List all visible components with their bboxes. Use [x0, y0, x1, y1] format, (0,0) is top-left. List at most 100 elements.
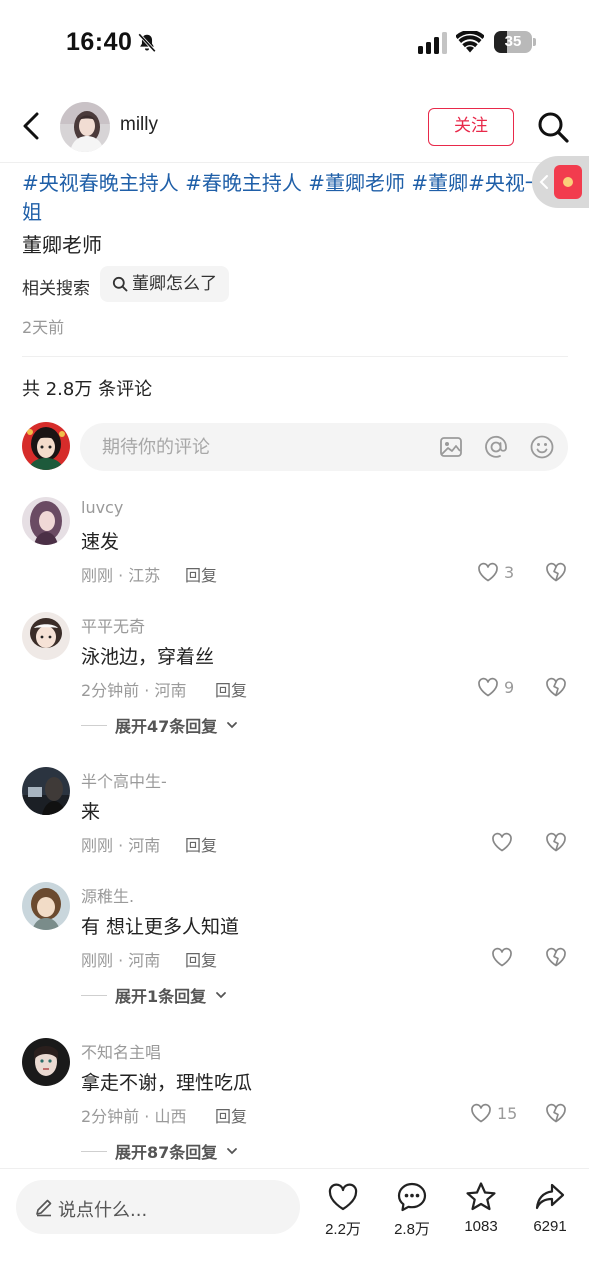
comment-meta: 2分钟前 · 河南	[81, 681, 187, 700]
broken-heart-icon[interactable]	[543, 944, 569, 970]
comment-total: 2.8万	[394, 1221, 430, 1238]
star-icon	[466, 1182, 496, 1211]
search-icon[interactable]	[536, 110, 570, 144]
expand-replies[interactable]: 展开1条回复	[81, 983, 228, 1007]
like-total: 2.2万	[325, 1221, 361, 1238]
comment-meta: 刚刚 · 江苏	[81, 566, 161, 585]
heart-icon	[492, 832, 512, 852]
heart-icon	[492, 947, 512, 967]
tag-link[interactable]: #春晚主持人	[185, 171, 302, 195]
related-search-label: 相关搜索	[22, 279, 90, 299]
tag-link[interactable]: #央视春晚主持人	[22, 171, 179, 195]
like-button[interactable]	[490, 829, 518, 855]
back-icon[interactable]	[16, 108, 48, 144]
broken-heart-icon[interactable]	[543, 1100, 569, 1126]
commenter-name[interactable]: 平平无奇	[81, 613, 145, 637]
commenter-avatar[interactable]	[22, 767, 70, 815]
chevron-left-icon	[539, 175, 548, 189]
search-icon	[112, 276, 128, 292]
wifi-icon	[456, 31, 484, 53]
battery-body: 35	[494, 31, 532, 53]
like-button[interactable]	[490, 944, 518, 970]
status-bar: 16:40 35	[0, 0, 589, 88]
comment-location: 河南	[154, 681, 187, 700]
commenter-avatar[interactable]	[22, 612, 70, 660]
comment-location: 河南	[128, 836, 161, 855]
comment-time: 刚刚	[81, 951, 114, 970]
follow-button[interactable]: 关注	[428, 108, 514, 146]
commenter-name[interactable]: 源稚生.	[81, 883, 134, 907]
commenter-name[interactable]: 半个高中生-	[81, 768, 167, 792]
favorite-total: 1083	[464, 1218, 498, 1235]
expand-replies[interactable]: 展开87条回复	[81, 1139, 239, 1163]
broken-heart-icon[interactable]	[543, 559, 569, 585]
expand-line	[81, 1150, 107, 1152]
share-icon	[535, 1183, 565, 1210]
share-total: 6291	[533, 1218, 567, 1235]
comment-time: 2分钟前	[81, 681, 140, 700]
comment-icon	[397, 1182, 427, 1212]
comment-text: 来	[81, 801, 101, 823]
favorite-action[interactable]: 1083	[451, 1180, 511, 1240]
like-button[interactable]: 3	[476, 559, 514, 585]
post-time: 2天前	[22, 318, 65, 337]
reply-button[interactable]: 回复	[215, 677, 247, 701]
comment-text: 有 想让更多人知道	[81, 916, 240, 938]
related-search-query: 董卿怎么了	[132, 274, 217, 294]
reply-button[interactable]: 回复	[185, 832, 217, 856]
comment-text: 拿走不谢，理性吃瓜	[81, 1072, 253, 1094]
expand-line	[81, 994, 107, 996]
battery-cap	[533, 38, 536, 46]
like-button[interactable]: 15	[469, 1100, 517, 1126]
broken-heart-icon[interactable]	[543, 674, 569, 700]
like-count: 15	[497, 1103, 518, 1123]
reply-button[interactable]: 回复	[185, 947, 217, 971]
emoji-icon[interactable]	[529, 434, 555, 460]
battery-percent: 35	[504, 33, 522, 50]
broken-heart-icon[interactable]	[543, 829, 569, 855]
commenter-avatar[interactable]	[22, 497, 70, 545]
post-tags: #央视春晚主持人 #春晚主持人 #董卿老师 #董卿#央视一姐	[22, 169, 552, 227]
expand-line	[81, 724, 107, 726]
red-packet-icon	[554, 165, 582, 199]
share-action[interactable]: 6291	[520, 1180, 580, 1240]
comment-meta: 刚刚 · 河南	[81, 951, 161, 970]
comment-time: 刚刚	[81, 566, 114, 585]
author-avatar[interactable]	[60, 102, 110, 152]
comment-meta: 刚刚 · 河南	[81, 836, 161, 855]
signal-icon	[418, 32, 447, 54]
related-search-chip[interactable]: 董卿怎么了	[100, 266, 229, 302]
like-button[interactable]: 9	[476, 674, 514, 700]
chevron-down-icon	[216, 992, 227, 999]
commenter-name[interactable]: luvcy	[81, 498, 123, 517]
author-name[interactable]: milly	[120, 114, 158, 136]
expand-replies-label: 展开47条回复	[115, 717, 218, 736]
image-icon[interactable]	[438, 434, 464, 460]
chevron-down-icon	[227, 722, 238, 729]
commenter-avatar[interactable]	[22, 882, 70, 930]
comment-action[interactable]: 2.8万	[382, 1180, 442, 1240]
bottom-comment-input[interactable]: 说点什么...	[16, 1180, 300, 1234]
tag-link[interactable]: #董卿	[411, 171, 468, 195]
expand-replies[interactable]: 展开47条回复	[81, 713, 239, 737]
comment-location: 江苏	[128, 566, 161, 585]
like-action[interactable]: 2.2万	[313, 1180, 373, 1240]
expand-replies-label: 展开1条回复	[115, 987, 207, 1006]
red-packet-float[interactable]	[532, 156, 589, 208]
commenter-name[interactable]: 不知名主唱	[81, 1039, 161, 1063]
reply-button[interactable]: 回复	[215, 1103, 247, 1127]
reply-button[interactable]: 回复	[185, 562, 217, 586]
bottom-divider	[0, 1168, 589, 1169]
heart-icon	[471, 1103, 491, 1123]
top-nav: milly 关注	[0, 96, 589, 158]
content-divider	[22, 356, 568, 357]
at-icon[interactable]	[483, 434, 509, 460]
comment-text: 泳池边，穿着丝	[81, 646, 215, 668]
heart-icon	[478, 562, 498, 582]
comment-location: 山西	[154, 1107, 187, 1126]
tag-link[interactable]: #董卿老师	[308, 171, 405, 195]
comment-time: 刚刚	[81, 836, 114, 855]
commenter-avatar[interactable]	[22, 1038, 70, 1086]
expand-replies-label: 展开87条回复	[115, 1143, 218, 1162]
post-text: 董卿老师	[22, 233, 102, 257]
